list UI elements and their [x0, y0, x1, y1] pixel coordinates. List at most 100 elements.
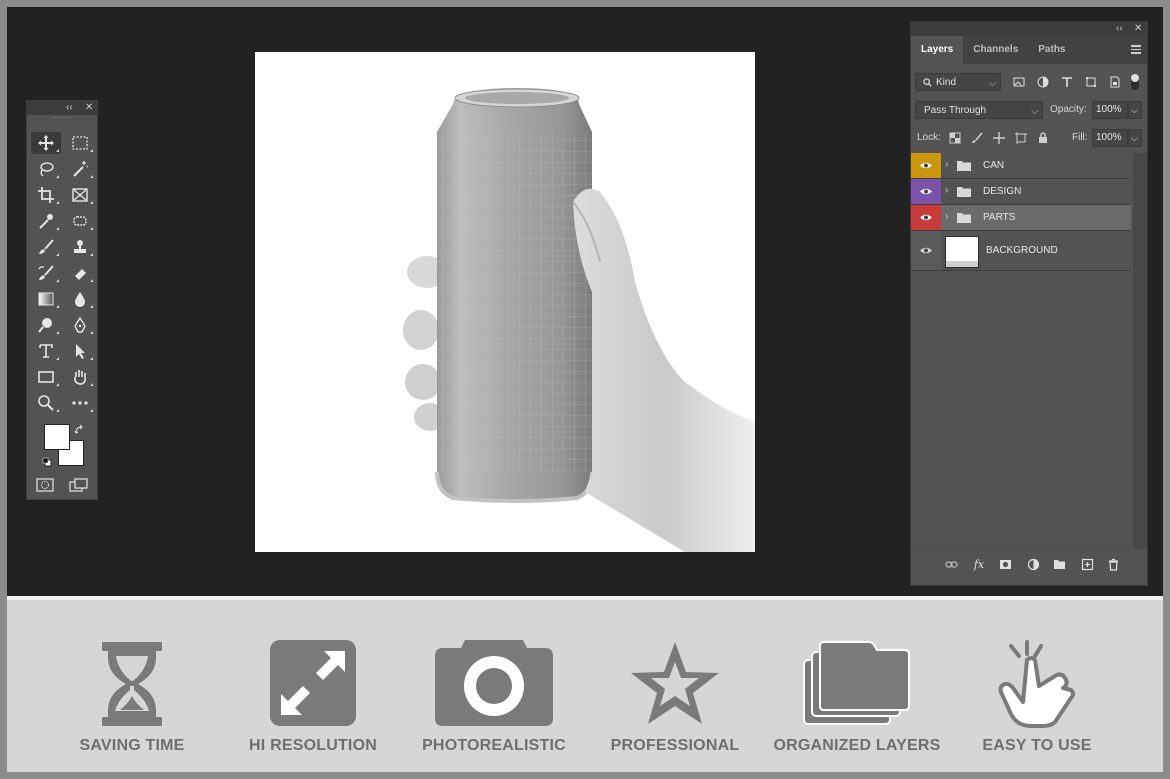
clone-stamp-icon[interactable]: [65, 236, 95, 258]
chevron-down-icon: ⌵: [1031, 106, 1038, 116]
feature-label: PHOTOREALISTIC: [422, 737, 566, 754]
close-icon[interactable]: ✕: [1134, 23, 1142, 35]
type-filter-icon[interactable]: [1059, 73, 1075, 91]
path-selection-icon[interactable]: [65, 340, 95, 362]
tab-layers[interactable]: Layers: [911, 36, 964, 64]
frame-tool-icon[interactable]: [65, 184, 95, 206]
document-canvas[interactable]: [255, 52, 755, 552]
opacity-label: Opacity:: [1050, 104, 1087, 115]
expand-chevron-icon[interactable]: ›: [945, 185, 948, 196]
smart-object-filter-icon[interactable]: [1107, 73, 1123, 91]
filter-kind-value: Kind: [936, 77, 957, 88]
layers-scrollbar[interactable]: [1133, 153, 1147, 548]
magic-wand-icon[interactable]: [65, 158, 95, 180]
crop-tool-icon[interactable]: [31, 184, 61, 206]
tab-paths[interactable]: Paths: [1028, 36, 1075, 64]
move-tool-icon[interactable]: [31, 132, 61, 154]
shape-filter-icon[interactable]: [1083, 73, 1099, 91]
new-layer-icon[interactable]: [1079, 557, 1095, 571]
visibility-eye-icon[interactable]: [911, 153, 941, 178]
eraser-icon[interactable]: [65, 262, 95, 284]
link-layers-icon[interactable]: [943, 557, 959, 571]
layers-panel-footer: fx: [911, 548, 1147, 579]
gradient-tool-icon[interactable]: [31, 288, 61, 310]
visibility-eye-icon[interactable]: [911, 231, 941, 270]
panel-menu-icon[interactable]: [1131, 45, 1141, 54]
close-icon[interactable]: ✕: [85, 102, 93, 114]
opacity-dropdown-button[interactable]: ⌵: [1128, 101, 1142, 119]
feature-label: SAVING TIME: [79, 737, 185, 754]
feature-label: ORGANIZED LAYERS: [773, 737, 941, 754]
screen-mode-icon[interactable]: [69, 477, 89, 493]
layer-row-design[interactable]: › DESIGN: [911, 179, 1131, 205]
fill-input[interactable]: 100%: [1092, 129, 1128, 147]
expand-chevron-icon[interactable]: ›: [945, 211, 948, 222]
lock-transparency-icon[interactable]: [947, 129, 963, 147]
tab-channels[interactable]: Channels: [963, 36, 1028, 64]
collapse-icon[interactable]: ‹‹: [1116, 23, 1123, 35]
filter-toggle[interactable]: [1131, 74, 1139, 90]
tools-panel-header[interactable]: ‹‹ ✕: [27, 101, 97, 115]
features-strip: SAVING TIME HI RESOLUTION PHOTOREALISTIC…: [7, 600, 1163, 772]
brush-tool-icon[interactable]: [31, 236, 61, 258]
add-mask-icon[interactable]: [997, 557, 1013, 571]
tap-hand-icon: [998, 640, 1075, 728]
collapse-icon[interactable]: ‹‹: [66, 102, 73, 114]
feature-professional: PROFESSIONAL: [590, 600, 760, 772]
layer-name: PARTS: [983, 212, 1016, 223]
delete-layer-icon[interactable]: [1105, 557, 1121, 571]
filter-kind-select[interactable]: Kind ⌵: [915, 73, 1001, 91]
expand-chevron-icon[interactable]: ›: [945, 159, 948, 170]
feature-hi-resolution: HI RESOLUTION: [228, 600, 398, 772]
new-group-folder-icon[interactable]: [1051, 557, 1067, 571]
type-tool-icon[interactable]: [31, 340, 61, 362]
layer-filter-row: Kind ⌵: [911, 73, 1147, 93]
chevron-down-icon: ⌵: [989, 78, 996, 88]
new-adjustment-layer-icon[interactable]: [1025, 557, 1041, 571]
dodge-tool-icon[interactable]: [31, 314, 61, 336]
layer-row-can[interactable]: › CAN: [911, 153, 1131, 179]
lock-artboard-icon[interactable]: [1013, 129, 1029, 147]
default-colors-icon[interactable]: [42, 454, 52, 467]
more-tools-icon[interactable]: [65, 392, 95, 414]
adjustment-filter-icon[interactable]: [1035, 73, 1051, 91]
lasso-tool-icon[interactable]: [31, 158, 61, 180]
layers-panel: ‹‹ ✕ Layers Channels Paths Kind ⌵ Pass T…: [910, 21, 1148, 586]
layers-panel-header[interactable]: ‹‹ ✕: [911, 22, 1147, 36]
zoom-tool-icon[interactable]: [31, 392, 61, 414]
fx-icon[interactable]: fx: [971, 557, 987, 571]
quick-mask-icon[interactable]: [36, 477, 54, 493]
healing-brush-icon[interactable]: [65, 210, 95, 232]
rectangle-tool-icon[interactable]: [31, 366, 61, 388]
visibility-eye-icon[interactable]: [911, 179, 941, 204]
visibility-eye-icon[interactable]: [911, 205, 941, 230]
pen-tool-icon[interactable]: [65, 314, 95, 336]
blur-tool-icon[interactable]: [65, 288, 95, 310]
feature-label: HI RESOLUTION: [249, 737, 377, 754]
history-brush-icon[interactable]: [31, 262, 61, 284]
hand-tool-icon[interactable]: [65, 366, 95, 388]
swap-colors-icon[interactable]: [74, 423, 86, 435]
layer-thumbnail: [945, 236, 979, 268]
eyedropper-icon[interactable]: [31, 210, 61, 232]
lock-position-icon[interactable]: [991, 129, 1007, 147]
hourglass-icon: [102, 642, 162, 726]
fill-label: Fill:: [1072, 132, 1088, 143]
pixel-filter-icon[interactable]: [1011, 73, 1027, 91]
opacity-input[interactable]: 100%: [1092, 101, 1128, 119]
fill-dropdown-button[interactable]: ⌵: [1128, 129, 1142, 147]
layer-name: DESIGN: [983, 186, 1022, 197]
layer-row-background[interactable]: BACKGROUND: [911, 231, 1131, 271]
blend-mode-select[interactable]: Pass Through ⌵: [915, 101, 1043, 119]
foreground-color-swatch[interactable]: [44, 424, 70, 450]
folder-icon: [957, 213, 971, 223]
lock-pixels-icon[interactable]: [969, 129, 985, 147]
layer-row-parts[interactable]: › PARTS: [911, 205, 1131, 231]
marquee-tool-icon[interactable]: [65, 132, 95, 154]
layer-name: CAN: [983, 160, 1005, 171]
can-in-hand-image: [403, 88, 755, 552]
lock-all-icon[interactable]: [1035, 129, 1051, 147]
drag-handle[interactable]: [27, 115, 97, 121]
blend-mode-value: Pass Through: [924, 105, 987, 116]
feature-photorealistic: PHOTOREALISTIC: [409, 600, 579, 772]
